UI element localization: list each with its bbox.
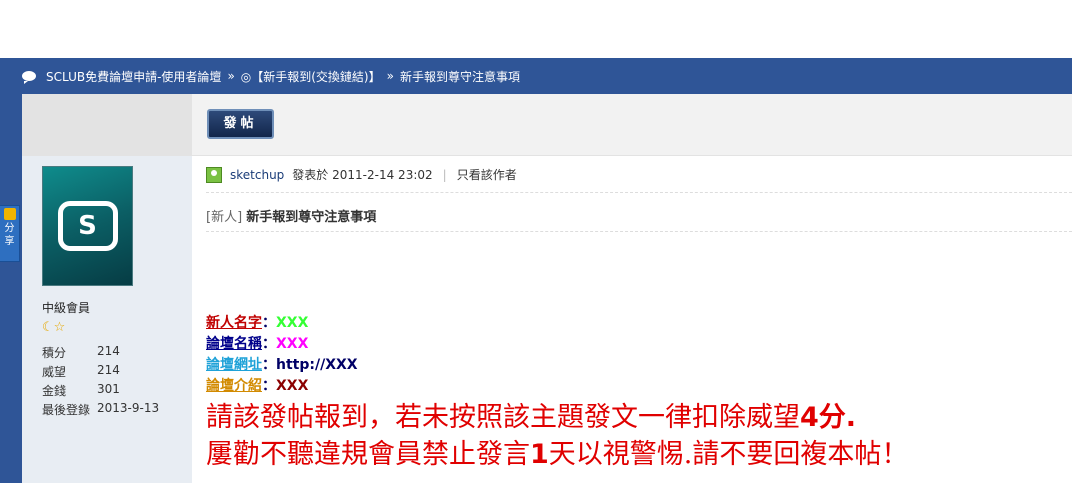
warning-text: 請該發帖報到，若未按照該主題發文一律扣除威望4分. 屢勸不聽違規會員禁止發言1天… <box>206 399 908 473</box>
colon: ： <box>262 357 276 373</box>
post-toolbar: 發帖 <box>192 94 1072 156</box>
page: { "breadcrumb": { "items": ["SCLUB免費論壇申請… <box>0 0 1072 483</box>
stat-value: 214 <box>97 344 120 358</box>
breadcrumb-forum-link[interactable]: SCLUB免費論壇申請-使用者論壇 <box>46 68 221 85</box>
stat-row: 積分 214 <box>42 344 159 363</box>
share-label-1: 分 <box>4 223 15 234</box>
only-author-link[interactable]: 只看該作者 <box>457 166 517 183</box>
warning-text-part: 天以視警惕.請不要回複本帖！ <box>548 439 909 470</box>
divider <box>206 192 1072 193</box>
forum-url-value: http://XXX <box>276 357 358 373</box>
breadcrumb: SCLUB免費論壇申請-使用者論壇 » ◎【新手報到(交換鏈結)】 » 新手報到… <box>22 58 1072 94</box>
breadcrumb-separator: » <box>227 69 235 83</box>
warning-text-part: 請該發帖報到，若未按照該主題發文一律扣除威望 <box>206 402 800 433</box>
share-label-2: 享 <box>4 236 15 247</box>
divider <box>206 231 1072 232</box>
post-tag[interactable]: [新人] <box>206 210 242 225</box>
post-meta: sketchup 發表於 2011-2-14 23:02 | 只看該作者 <box>206 166 517 183</box>
warning-number: 1 <box>530 439 549 470</box>
posted-prefix: 發表於 <box>292 168 329 182</box>
form-line-forum-intro: 論壇介紹：XXX <box>206 376 358 397</box>
form-line-name: 新人名字：XXX <box>206 313 358 334</box>
stat-value: 2013-9-13 <box>97 401 160 415</box>
colon: ： <box>262 336 276 352</box>
post-form-body: 新人名字：XXX 論壇名稱：XXX 論壇網址：http://XXX 論壇介紹：X… <box>206 313 358 397</box>
forum-name-value: XXX <box>276 336 309 352</box>
warning-number: 4 <box>800 402 819 433</box>
stat-value: 214 <box>97 363 120 377</box>
stat-row: 最後登錄 2013-9-13 <box>42 401 159 420</box>
warning-line-2: 屢勸不聽違規會員禁止發言1天以視警惕.請不要回複本帖！ <box>206 436 908 473</box>
chat-bubble-icon <box>22 71 36 84</box>
share-icon <box>3 208 16 220</box>
forum-intro-label: 論壇介紹 <box>206 378 262 394</box>
forum-name-label: 論壇名稱 <box>206 336 262 352</box>
stat-value: 301 <box>97 382 120 396</box>
breadcrumb-separator: » <box>386 69 394 83</box>
left-edge-strip <box>0 58 22 483</box>
forum-intro-value: XXX <box>276 378 309 394</box>
name-label: 新人名字 <box>206 315 262 331</box>
stat-label: 最後登錄 <box>42 403 91 417</box>
post-title-text: 新手報到尊守注意事項 <box>246 210 377 225</box>
warning-line-1: 請該發帖報到，若未按照該主題發文一律扣除威望4分. <box>206 399 908 436</box>
stat-label: 威望 <box>42 365 67 379</box>
meta-divider: | <box>442 167 447 182</box>
colon: ： <box>262 378 276 394</box>
post-title: [新人] 新手報到尊守注意事項 <box>206 206 376 225</box>
post-content: 發帖 sketchup 發表於 2011-2-14 23:02 | 只看該作者 … <box>192 94 1072 483</box>
sidebar-top <box>22 94 192 156</box>
form-line-forum-url: 論壇網址：http://XXX <box>206 355 358 376</box>
breadcrumb-board-link[interactable]: ◎【新手報到(交換鏈結)】 <box>241 68 381 85</box>
author-link[interactable]: sketchup <box>230 168 284 182</box>
name-value: XXX <box>276 315 309 331</box>
form-line-forum-name: 論壇名稱：XXX <box>206 334 358 355</box>
warning-text-part: 屢勸不聽違規會員禁止發言 <box>206 439 530 470</box>
stat-label: 積分 <box>42 346 67 360</box>
post-datetime: 2011-2-14 23:02 <box>332 167 433 182</box>
stat-row: 金錢 301 <box>42 382 159 401</box>
new-post-button[interactable]: 發帖 <box>207 109 274 139</box>
stat-row: 威望 214 <box>42 363 159 382</box>
share-tab[interactable]: 分 享 <box>0 205 20 262</box>
rank-stars-icon: ☾☆ <box>42 320 66 335</box>
forum-url-label: 論壇網址 <box>206 357 262 373</box>
avatar[interactable]: S <box>42 166 133 286</box>
colon: ： <box>262 315 276 331</box>
user-stats: 積分 214 威望 214 金錢 301 最後登錄 2013-9-13 <box>42 344 159 420</box>
avatar-logo-icon: S <box>57 201 118 251</box>
author-sidebar: S 中級會員 ☾☆ 積分 214 威望 214 金錢 301 最後登錄 2013-9-1… <box>22 94 192 483</box>
user-rank: 中級會員 <box>42 301 91 315</box>
user-online-icon <box>206 166 222 183</box>
warning-text-part: 分. <box>818 402 857 433</box>
stat-label: 金錢 <box>42 384 67 398</box>
breadcrumb-thread: 新手報到尊守注意事項 <box>399 69 520 84</box>
